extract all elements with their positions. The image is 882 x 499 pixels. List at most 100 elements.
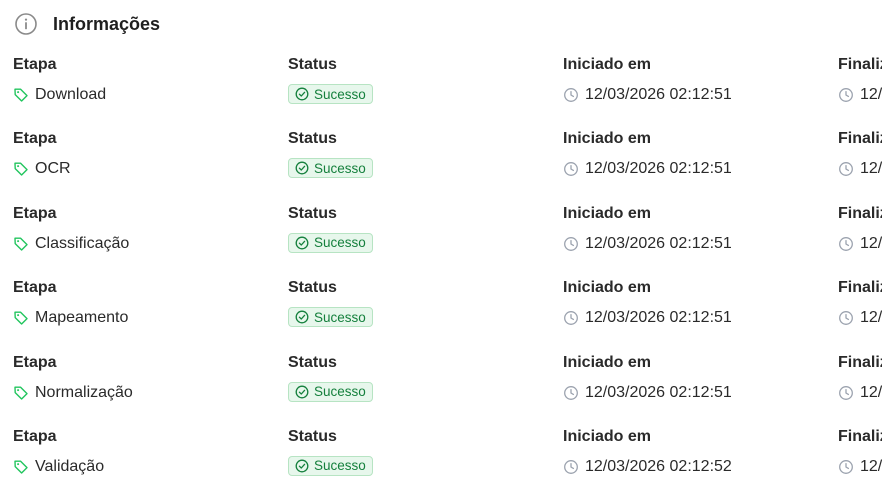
iniciado-cell: Iniciado em 12/03/2026 02:12:51 — [563, 127, 732, 180]
section-title: Informações — [53, 13, 161, 34]
status-text: Sucesso — [314, 235, 366, 251]
section-header: Informações — [14, 12, 160, 36]
status-text: Sucesso — [314, 86, 366, 102]
step-row: Etapa OCR Status Sucesso Iniciado em 12/… — [0, 127, 882, 201]
etapa-label: Etapa — [13, 130, 57, 148]
finalizado-cell: Finaliz 12/ — [838, 351, 882, 404]
clock-icon — [563, 87, 579, 103]
etapa-cell: Etapa Mapeamento — [13, 276, 128, 329]
finalizado-value: 12/ — [838, 307, 882, 329]
finalizado-label: Finaliz — [838, 427, 882, 445]
status-text: Sucesso — [314, 160, 366, 176]
etapa-cell: Etapa Normalização — [13, 351, 133, 404]
finalizado-label: Finaliz — [838, 279, 882, 297]
etapa-value: Mapeamento — [13, 307, 128, 329]
tag-icon — [13, 161, 29, 177]
tag-icon — [13, 87, 29, 103]
iniciado-time: 12/03/2026 02:12:51 — [585, 383, 732, 401]
finalizado-cell: Finaliz 12/ — [838, 53, 882, 106]
etapa-name: Mapeamento — [35, 309, 129, 327]
clock-icon — [838, 161, 854, 177]
clock-icon — [838, 310, 854, 326]
iniciado-label: Iniciado em — [563, 204, 652, 222]
etapa-value: Classificação — [13, 233, 129, 255]
iniciado-time: 12/03/2026 02:12:51 — [585, 160, 732, 178]
finalizado-value: 12/ — [838, 382, 882, 404]
clock-icon — [838, 459, 854, 475]
status-badge: Sucesso — [288, 307, 373, 328]
status-badge: Sucesso — [288, 455, 373, 476]
status-label: Status — [288, 204, 337, 222]
iniciado-time: 12/03/2026 02:12:51 — [585, 86, 732, 103]
finalizado-value: 12/ — [838, 233, 882, 255]
status-text: Sucesso — [314, 458, 366, 474]
iniciado-value: 12/03/2026 02:12:51 — [563, 382, 732, 404]
check-circle-icon — [295, 236, 309, 250]
etapa-label: Etapa — [13, 56, 57, 73]
iniciado-cell: Iniciado em 12/03/2026 02:12:51 — [563, 202, 732, 255]
etapa-name: Validação — [35, 457, 105, 475]
iniciado-label: Iniciado em — [563, 427, 652, 445]
status-cell: Status Sucesso — [288, 127, 373, 180]
iniciado-label: Iniciado em — [563, 130, 652, 148]
iniciado-value: 12/03/2026 02:12:51 — [563, 233, 732, 255]
iniciado-value: 12/03/2026 02:12:52 — [563, 456, 732, 478]
status-badge: Sucesso — [288, 158, 373, 179]
finalizado-label: Finaliz — [838, 204, 882, 222]
step-row: Etapa Download Status Sucesso Iniciado e… — [0, 53, 882, 127]
step-row: Etapa Mapeamento Status Sucesso Iniciado… — [0, 276, 882, 350]
clock-icon — [838, 87, 854, 103]
step-row: Etapa Classificação Status Sucesso Inici… — [0, 202, 882, 276]
check-circle-icon — [295, 310, 309, 324]
status-cell: Status Sucesso — [288, 53, 373, 106]
step-row: Etapa Validação Status Sucesso Iniciado … — [0, 425, 882, 499]
finalizado-cell: Finaliz 12/ — [838, 202, 882, 255]
etapa-label: Etapa — [13, 427, 57, 445]
check-circle-icon — [295, 87, 309, 101]
tag-icon — [13, 459, 29, 475]
etapa-name: Download — [35, 86, 107, 103]
etapa-label: Etapa — [13, 204, 57, 222]
clock-icon — [838, 385, 854, 401]
status-cell: Status Sucesso — [288, 425, 373, 478]
etapa-label: Etapa — [13, 353, 57, 371]
iniciado-label: Iniciado em — [563, 353, 652, 371]
etapa-name: Classificação — [35, 234, 130, 252]
status-label: Status — [288, 130, 337, 148]
finalizado-time: 12/ — [860, 234, 882, 252]
finalizado-cell: Finaliz 12/ — [838, 425, 882, 478]
etapa-value: Download — [13, 84, 106, 106]
iniciado-label: Iniciado em — [563, 279, 652, 297]
clock-icon — [563, 236, 579, 252]
iniciado-cell: Iniciado em 12/03/2026 02:12:51 — [563, 351, 732, 404]
etapa-cell: Etapa Validação — [13, 425, 104, 478]
finalizado-cell: Finaliz 12/ — [838, 127, 882, 180]
finalizado-time: 12/ — [860, 160, 882, 178]
finalizado-time: 12/ — [860, 383, 882, 401]
iniciado-value: 12/03/2026 02:12:51 — [563, 307, 732, 329]
etapa-name: OCR — [35, 160, 71, 178]
steps-list: Etapa Download Status Sucesso Iniciado e… — [0, 53, 882, 499]
finalizado-value: 12/ — [838, 456, 882, 478]
finalizado-time: 12/ — [860, 86, 882, 103]
finalizado-time: 12/ — [860, 457, 882, 475]
etapa-cell: Etapa Classificação — [13, 202, 129, 255]
iniciado-time: 12/03/2026 02:12:52 — [585, 457, 732, 475]
finalizado-cell: Finaliz 12/ — [838, 276, 882, 329]
finalizado-value: 12/ — [838, 158, 882, 180]
status-badge: Sucesso — [288, 381, 373, 402]
clock-icon — [563, 161, 579, 177]
status-badge: Sucesso — [288, 232, 373, 253]
info-icon — [14, 12, 38, 36]
iniciado-time: 12/03/2026 02:12:51 — [585, 234, 732, 252]
etapa-cell: Etapa OCR — [13, 127, 71, 180]
clock-icon — [838, 236, 854, 252]
iniciado-label: Iniciado em — [563, 56, 652, 73]
status-text: Sucesso — [314, 309, 366, 325]
finalizado-label: Finaliz — [838, 353, 882, 371]
etapa-value: OCR — [13, 158, 71, 180]
iniciado-time: 12/03/2026 02:12:51 — [585, 309, 732, 327]
status-text: Sucesso — [314, 384, 366, 400]
iniciado-cell: Iniciado em 12/03/2026 02:12:52 — [563, 425, 732, 478]
finalizado-time: 12/ — [860, 309, 882, 327]
